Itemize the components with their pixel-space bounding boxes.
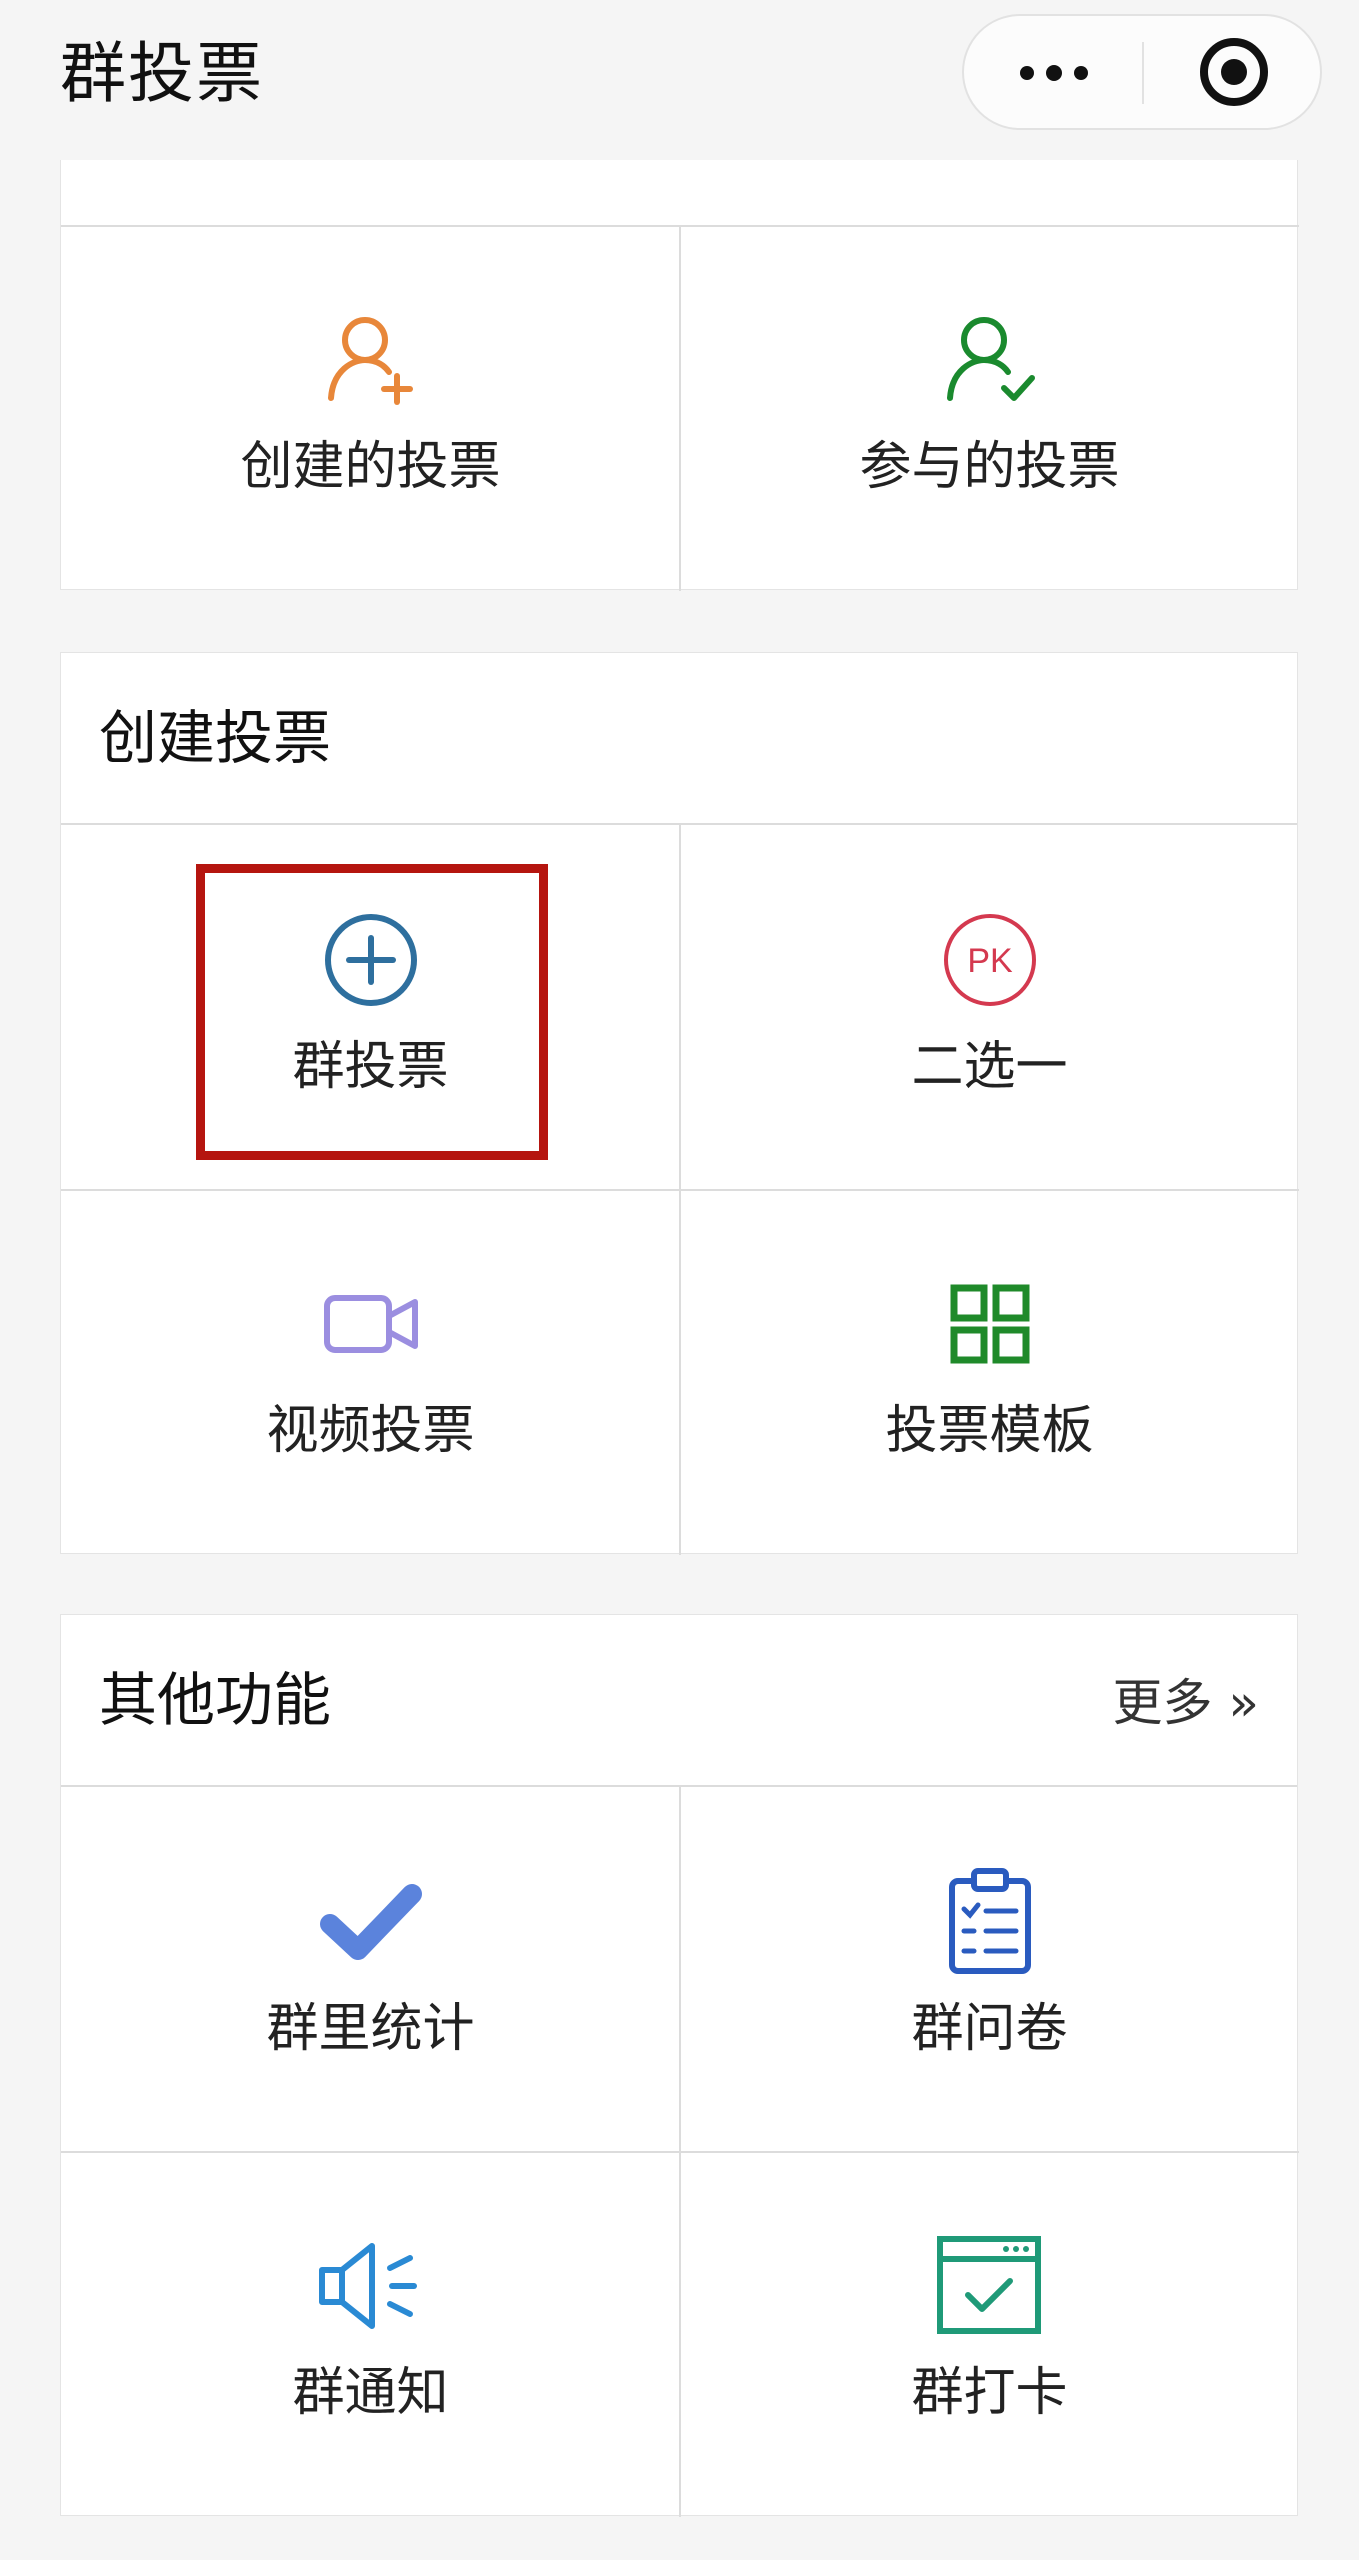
item-label: 参与的投票: [859, 437, 1120, 497]
pk-vote-item[interactable]: PK 二选一: [680, 827, 1299, 1189]
group-checkin-item[interactable]: 群打卡: [680, 2153, 1299, 2515]
svg-text:PK: PK: [967, 942, 1013, 980]
video-vote-item[interactable]: 视频投票: [61, 1191, 680, 1553]
dot-icon: [1046, 65, 1062, 81]
card-header: 其他功能 更多 »: [61, 1615, 1297, 1787]
calendar-check-icon: [937, 2236, 1041, 2334]
my-votes-card: 创建的投票 参与的投票: [60, 120, 1299, 591]
checkmark-icon: [320, 1884, 422, 1960]
speaker-icon: [319, 2243, 417, 2329]
created-votes-item[interactable]: 创建的投票: [61, 227, 680, 589]
more-link[interactable]: 更多 »: [1113, 1663, 1259, 1743]
dot-icon: [1074, 66, 1088, 80]
target-icon-center: [1221, 59, 1247, 85]
group-survey-item[interactable]: 群问卷: [680, 1789, 1299, 2151]
item-label: 群打卡: [911, 2363, 1068, 2423]
group-stats-item[interactable]: 群里统计: [61, 1789, 680, 2151]
vote-template-item[interactable]: 投票模板: [680, 1191, 1299, 1553]
grid-icon: [950, 1284, 1030, 1364]
video-camera-icon: [324, 1295, 418, 1353]
item-label: 创建的投票: [240, 437, 501, 497]
item-label: 群问卷: [911, 1999, 1068, 2059]
card-header: 创建投票: [61, 653, 1297, 825]
item-label: 视频投票: [266, 1401, 475, 1461]
highlight-box: [196, 864, 548, 1160]
joined-votes-item[interactable]: 参与的投票: [680, 227, 1299, 589]
item-label: 群通知: [292, 2363, 449, 2423]
pk-icon: PK: [944, 914, 1036, 1006]
section-title: 其他功能: [99, 1666, 332, 1734]
page-title: 群投票: [60, 35, 264, 112]
more-menu-button[interactable]: [964, 16, 1142, 128]
user-add-icon: [328, 317, 413, 405]
mini-program-capsule: [962, 14, 1322, 130]
item-label: 投票模板: [885, 1401, 1094, 1461]
clipboard-list-icon: [949, 1868, 1031, 1974]
user-check-icon: [947, 317, 1035, 401]
nav-bar: 群投票: [0, 0, 1359, 160]
group-notice-item[interactable]: 群通知: [61, 2153, 680, 2515]
dot-icon: [1020, 66, 1034, 80]
item-label: 群里统计: [266, 1999, 475, 2059]
other-features-card: 其他功能 更多 » 群里统计 群问卷 群通知 群打卡: [60, 1614, 1299, 2517]
close-button[interactable]: [1144, 16, 1322, 128]
section-title: 创建投票: [99, 704, 332, 772]
item-label: 二选一: [911, 1037, 1068, 1097]
